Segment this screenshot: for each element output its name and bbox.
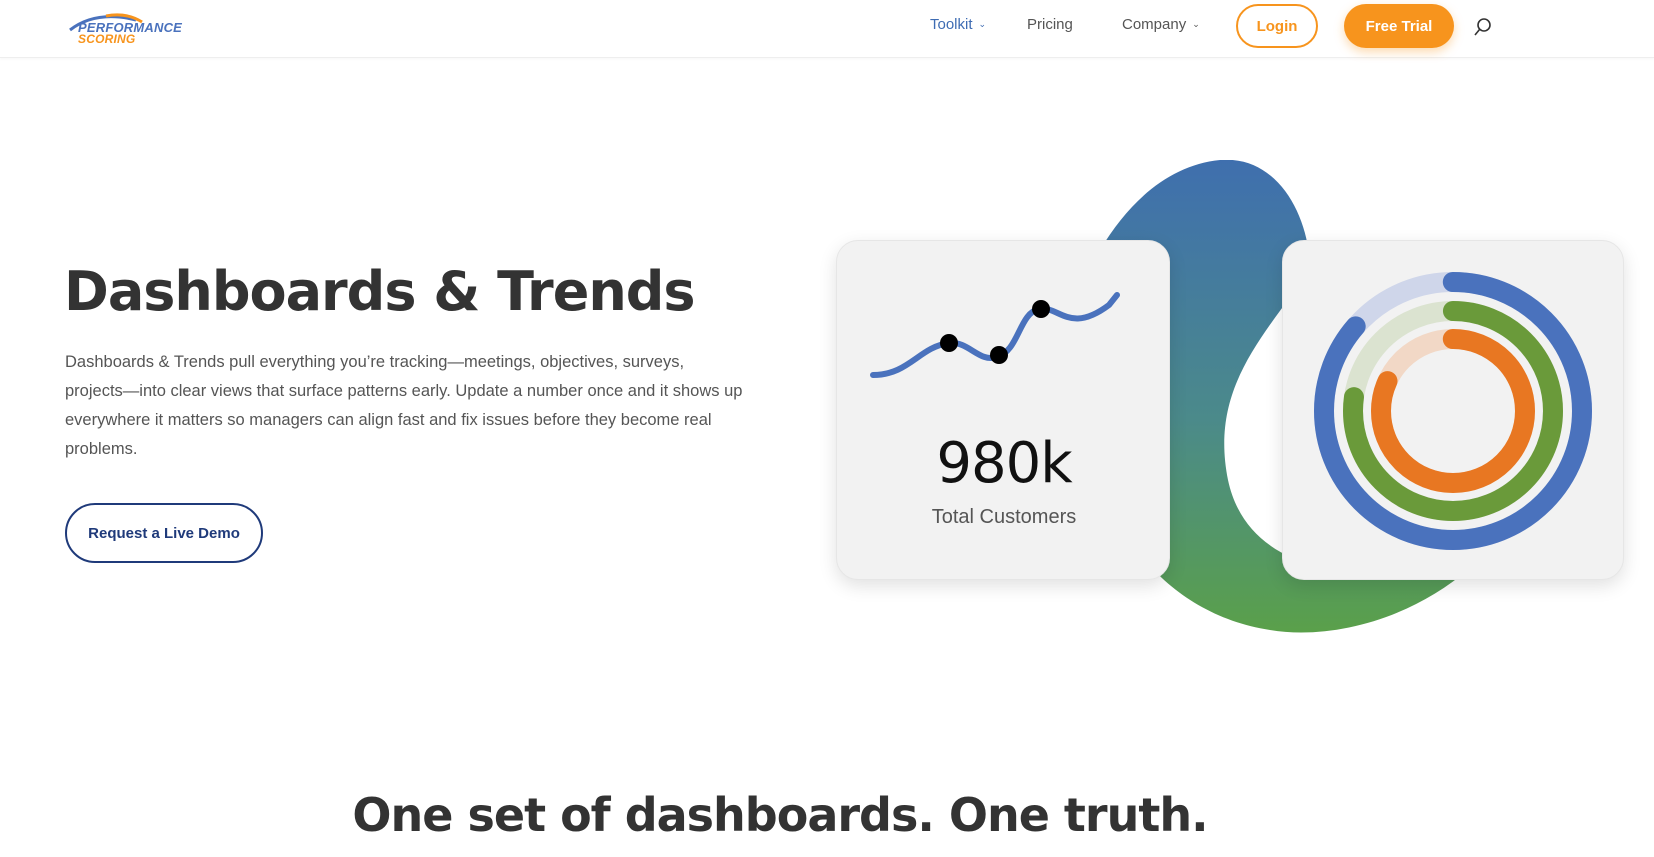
- nav-toolkit-label: Toolkit: [930, 16, 973, 33]
- nav-company[interactable]: Company ⌄: [1122, 16, 1200, 33]
- login-button[interactable]: Login: [1236, 4, 1318, 48]
- metric-card: 980k Total Customers: [836, 240, 1170, 580]
- trend-sparkline: [870, 292, 1120, 378]
- hero-description: Dashboards & Trends pull everything you’…: [65, 353, 743, 458]
- nav-company-label: Company: [1122, 16, 1187, 33]
- sparkline-point: [940, 334, 958, 352]
- request-demo-button[interactable]: Request a Live Demo: [65, 503, 263, 563]
- logo-text-secondary: SCORING: [78, 32, 136, 46]
- sparkline-point: [1032, 300, 1050, 318]
- site-header: PERFORMANCE SCORING Toolkit ⌄ Pricing Com…: [0, 0, 1654, 58]
- nav-pricing-label: Pricing: [1027, 16, 1073, 33]
- rings-card: [1282, 240, 1624, 580]
- sparkline-point: [990, 346, 1008, 364]
- total-customers-value: 980k: [936, 431, 1072, 496]
- progress-rings-chart: [1314, 272, 1592, 550]
- chevron-down-icon: ⌄: [1192, 19, 1200, 29]
- section-title: One set of dashboards. One truth.: [352, 788, 1208, 842]
- chevron-down-icon: ⌄: [978, 19, 987, 29]
- nav-pricing[interactable]: Pricing: [1027, 16, 1073, 33]
- total-customers-label: Total Customers: [931, 506, 1077, 528]
- brand-logo[interactable]: PERFORMANCE SCORING: [66, 8, 196, 48]
- search-icon[interactable]: [1472, 16, 1494, 38]
- hero-title: Dashboards & Trends: [64, 260, 696, 323]
- free-trial-button[interactable]: Free Trial: [1344, 4, 1454, 48]
- nav-toolkit[interactable]: Toolkit ⌄: [930, 16, 986, 33]
